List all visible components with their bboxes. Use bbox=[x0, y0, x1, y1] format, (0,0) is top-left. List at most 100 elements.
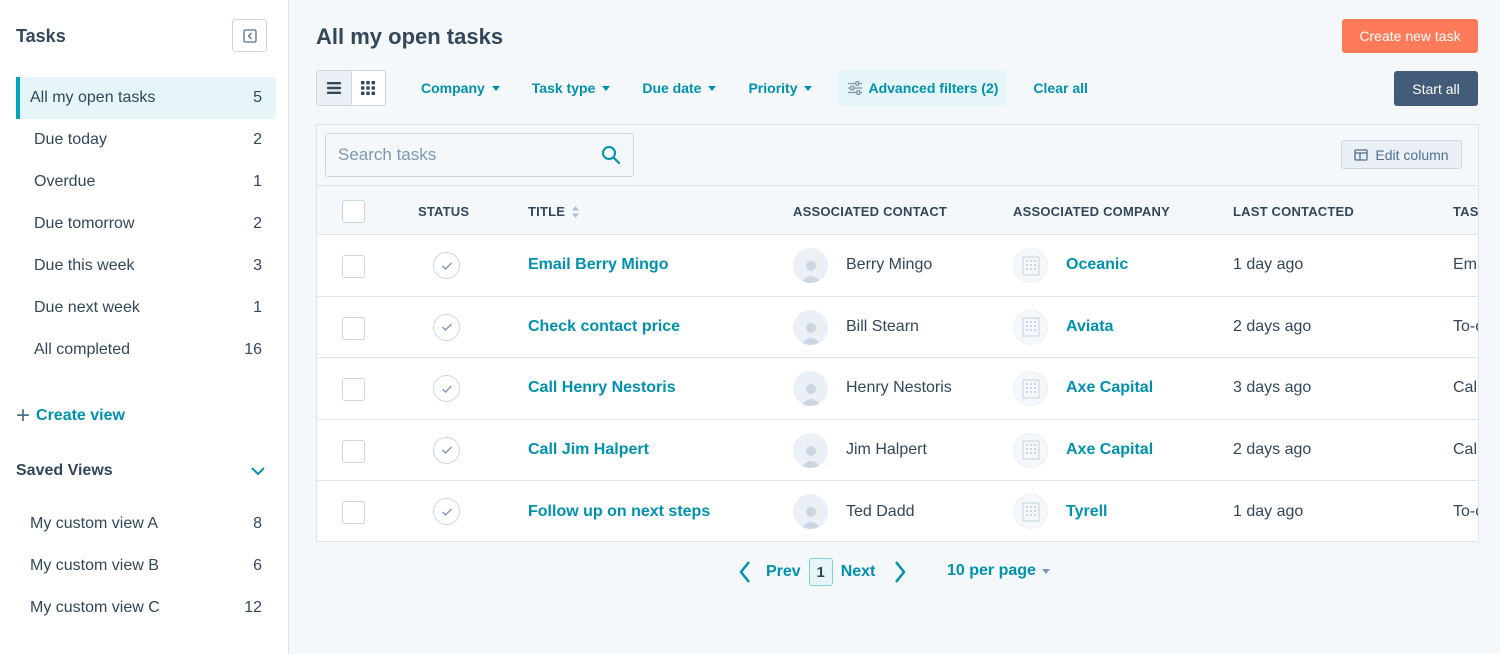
table-row: Call Jim Halpert Jim Halpert Axe Capital… bbox=[317, 419, 1478, 481]
check-icon bbox=[441, 323, 452, 331]
filter-bar: Company Task type Due date Priority Adva… bbox=[405, 70, 1104, 106]
title-column-header[interactable]: TITLE bbox=[528, 204, 580, 219]
saved-view-item-a[interactable]: My custom view A 8 bbox=[16, 503, 276, 545]
contact-avatar bbox=[793, 371, 828, 406]
contact-column-header[interactable]: ASSOCIATED CONTACT bbox=[793, 204, 947, 219]
task-type-value: Cal bbox=[1453, 440, 1478, 458]
row-checkbox[interactable] bbox=[342, 316, 365, 340]
sort-icon bbox=[572, 205, 580, 218]
clear-all-filters-link[interactable]: Clear all bbox=[1017, 70, 1103, 106]
status-column-header[interactable]: STATUS bbox=[418, 204, 469, 219]
task-title-link[interactable]: Call Henry Nestoris bbox=[528, 379, 676, 397]
contact-avatar bbox=[793, 494, 828, 529]
caret-down-icon bbox=[1041, 568, 1050, 574]
sidebar-item-all-open-tasks[interactable]: All my open tasks 5 bbox=[16, 77, 276, 119]
search-box[interactable] bbox=[325, 133, 634, 177]
task-type-value: Cal bbox=[1453, 379, 1478, 397]
list-view-icon bbox=[326, 82, 341, 94]
task-title-link[interactable]: Follow up on next steps bbox=[528, 503, 710, 521]
search-icon[interactable] bbox=[601, 145, 621, 165]
sidebar-item-label: All my open tasks bbox=[30, 89, 156, 106]
sidebar-item-label: Due tomorrow bbox=[34, 215, 135, 232]
create-new-task-button[interactable]: Create new task bbox=[1342, 19, 1478, 53]
plus-icon: + bbox=[16, 402, 31, 429]
sidebar-item-due-today[interactable]: Due today 2 bbox=[16, 119, 276, 161]
task-title-link[interactable]: Check contact price bbox=[528, 318, 680, 336]
create-view-label: Create view bbox=[36, 407, 125, 424]
row-checkbox[interactable] bbox=[342, 439, 365, 463]
company-filter[interactable]: Company bbox=[405, 70, 516, 106]
row-checkbox[interactable] bbox=[342, 255, 365, 278]
contact-name: Bill Stearn bbox=[846, 317, 919, 335]
start-all-button[interactable]: Start all bbox=[1394, 71, 1478, 106]
person-avatar-icon bbox=[800, 261, 821, 283]
sidebar-item-label: Overdue bbox=[34, 173, 96, 190]
table-row: Call Henry Nestoris Henry Nestoris Axe C… bbox=[317, 358, 1478, 420]
sidebar-item-due-tomorrow[interactable]: Due tomorrow 2 bbox=[16, 203, 276, 245]
row-checkbox[interactable] bbox=[342, 501, 365, 524]
contact-name: Henry Nestoris bbox=[846, 379, 952, 397]
advanced-filters-button[interactable]: Advanced filters (2) bbox=[838, 70, 1008, 106]
complete-task-button[interactable] bbox=[433, 313, 460, 341]
sidebar-item-all-completed[interactable]: All completed 16 bbox=[16, 329, 276, 371]
prev-page-button[interactable]: Prev bbox=[738, 560, 801, 584]
last-contacted-value: 2 days ago bbox=[1233, 440, 1312, 458]
create-view-button[interactable]: + Create view bbox=[16, 402, 125, 429]
next-page-button[interactable]: Next bbox=[841, 560, 908, 584]
company-link[interactable]: Aviata bbox=[1066, 318, 1113, 336]
company-link[interactable]: Oceanic bbox=[1066, 256, 1128, 274]
last-contacted-column-header[interactable]: LAST CONTACTED bbox=[1233, 204, 1354, 219]
saved-views-toggle[interactable]: Saved Views bbox=[16, 462, 266, 480]
saved-view-count: 6 bbox=[253, 557, 262, 574]
company-logo bbox=[1013, 432, 1048, 468]
due-date-filter[interactable]: Due date bbox=[626, 70, 732, 106]
priority-filter[interactable]: Priority bbox=[732, 70, 828, 106]
sidebar-item-due-next-week[interactable]: Due next week 1 bbox=[16, 287, 276, 329]
sidebar-item-count: 3 bbox=[253, 257, 262, 274]
list-view-button[interactable] bbox=[317, 71, 352, 105]
saved-view-item-c[interactable]: My custom view C 12 bbox=[16, 587, 276, 629]
task-title-link[interactable]: Call Jim Halpert bbox=[528, 441, 649, 459]
sidebar-item-due-this-week[interactable]: Due this week 3 bbox=[16, 245, 276, 287]
prev-label: Prev bbox=[766, 563, 801, 580]
task-type-value: To-c bbox=[1453, 317, 1478, 335]
edit-column-button[interactable]: Edit column bbox=[1341, 140, 1462, 169]
chevron-left-icon bbox=[739, 561, 750, 583]
building-icon bbox=[1021, 255, 1040, 276]
company-link[interactable]: Axe Capital bbox=[1066, 441, 1153, 459]
saved-view-item-b[interactable]: My custom view B 6 bbox=[16, 545, 276, 587]
select-all-checkbox[interactable] bbox=[342, 200, 365, 223]
sidebar-item-label: Due today bbox=[34, 131, 107, 148]
last-contacted-value: 3 days ago bbox=[1233, 379, 1312, 397]
complete-task-button[interactable] bbox=[433, 375, 460, 402]
complete-task-button[interactable] bbox=[433, 252, 460, 279]
per-page-select[interactable]: 10 per page bbox=[947, 562, 1050, 580]
current-page[interactable]: 1 bbox=[808, 558, 833, 586]
task-title-link[interactable]: Email Berry Mingo bbox=[528, 256, 668, 274]
company-link[interactable]: Tyrell bbox=[1066, 503, 1108, 521]
caret-down-icon bbox=[491, 85, 500, 91]
contact-avatar bbox=[793, 309, 828, 345]
search-input[interactable] bbox=[338, 145, 601, 165]
company-column-header[interactable]: ASSOCIATED COMPANY bbox=[1013, 204, 1170, 219]
sidebar-item-count: 1 bbox=[253, 299, 262, 316]
check-icon bbox=[441, 508, 452, 516]
row-checkbox[interactable] bbox=[342, 378, 365, 401]
complete-task-button[interactable] bbox=[433, 498, 460, 525]
caret-down-icon bbox=[708, 85, 717, 91]
check-icon bbox=[441, 385, 452, 393]
title-header-label: TITLE bbox=[528, 204, 566, 219]
building-icon bbox=[1021, 317, 1040, 337]
company-link[interactable]: Axe Capital bbox=[1066, 379, 1153, 397]
task-type-column-header[interactable]: TAS bbox=[1453, 204, 1478, 219]
saved-views-title: Saved Views bbox=[16, 462, 113, 479]
complete-task-button[interactable] bbox=[433, 436, 460, 464]
contact-name: Berry Mingo bbox=[846, 256, 933, 274]
sidebar-item-overdue[interactable]: Overdue 1 bbox=[16, 161, 276, 203]
collapse-sidebar-button[interactable] bbox=[232, 19, 267, 52]
advanced-filters-label: Advanced filters (2) bbox=[868, 80, 999, 96]
grid-view-button[interactable] bbox=[352, 71, 386, 105]
sidebar-task-views: All my open tasks 5 Due today 2 Overdue … bbox=[16, 77, 276, 371]
person-avatar-icon bbox=[800, 384, 821, 406]
task-type-filter[interactable]: Task type bbox=[516, 70, 627, 106]
